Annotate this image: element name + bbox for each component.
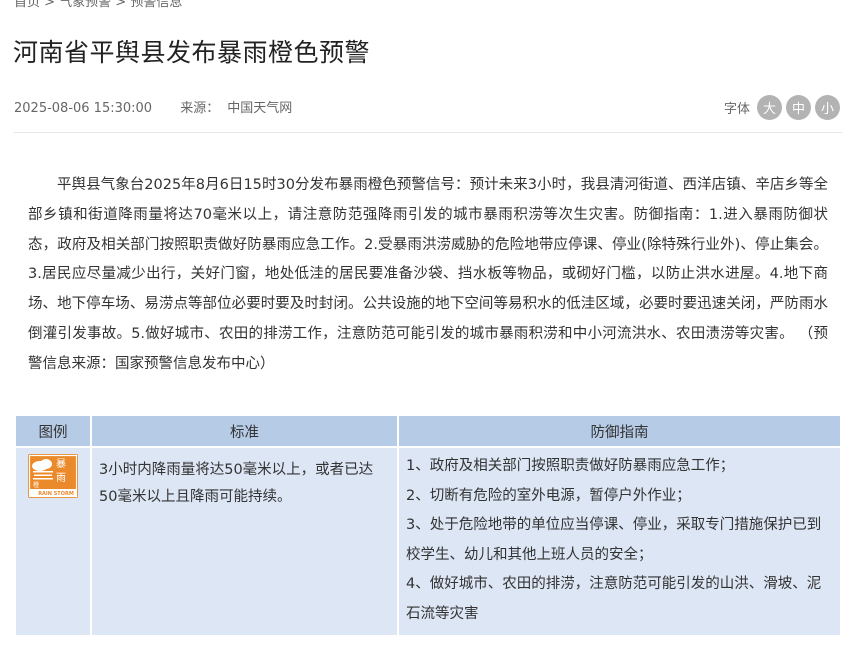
guide-item: 3、处于危险地带的单位应当停课、停业，采取专门措施保护已到校学生、幼儿和其他上班… (406, 517, 822, 563)
svg-text:RAIN STORM: RAIN STORM (38, 491, 74, 497)
font-size-switcher: 字体 大 中 小 (724, 95, 840, 120)
warning-guide-table: 图例 标准 防御指南 暴 雨 橙 RAIN STORM 3小时内降雨量将达50毫… (14, 414, 842, 637)
page-title: 河南省平舆县发布暴雨橙色预警 (13, 38, 371, 67)
article-body: 平舆县气象台2025年8月6日15时30分发布暴雨橙色预警信号：预计未来3小时，… (28, 177, 828, 372)
guide-cell: 1、政府及相关部门按照职责做好防暴雨应急工作； 2、切断有危险的室外电源，暂停户… (399, 448, 840, 635)
svg-text:暴: 暴 (56, 458, 66, 470)
svg-text:雨: 雨 (56, 473, 66, 484)
guide-item: 4、做好城市、农田的排涝，注意防范可能引发的山洪、滑坡、泥石流等灾害 (406, 576, 822, 622)
header-guide: 防御指南 (399, 416, 840, 446)
rainstorm-orange-warning-icon: 暴 雨 橙 RAIN STORM (28, 454, 78, 498)
svg-text:橙: 橙 (33, 481, 39, 489)
source-label: 来源： (180, 101, 220, 116)
header-standard: 标准 (92, 416, 397, 446)
header-divider (14, 132, 842, 133)
legend-cell: 暴 雨 橙 RAIN STORM (16, 448, 90, 635)
publish-datetime: 2025-08-06 15:30:00 (14, 101, 153, 116)
guide-item: 2、切断有危险的室外电源，暂停户外作业； (406, 487, 691, 504)
source-name: 中国天气网 (227, 101, 293, 116)
guide-item: 1、政府及相关部门按照职责做好防暴雨应急工作； (406, 458, 735, 474)
article-meta: 2025-08-06 15:30:00 来源： 中国天气网 (14, 97, 292, 116)
table-row: 暴 雨 橙 RAIN STORM 3小时内降雨量将达50毫米以上，或者已达50毫… (16, 448, 840, 635)
table-header-row: 图例 标准 防御指南 (16, 416, 840, 446)
font-size-label: 字体 (723, 102, 750, 117)
standard-cell: 3小时内降雨量将达50毫米以上，或者已达50毫米以上且降雨可能持续。 (92, 448, 397, 635)
font-size-large-button[interactable]: 大 (757, 95, 782, 120)
header-legend: 图例 (16, 416, 90, 446)
font-size-small-button[interactable]: 小 (815, 95, 840, 120)
font-size-medium-button[interactable]: 中 (786, 95, 811, 120)
breadcrumb[interactable]: 首页 > 气象预警 > 预警信息 (14, 0, 182, 10)
